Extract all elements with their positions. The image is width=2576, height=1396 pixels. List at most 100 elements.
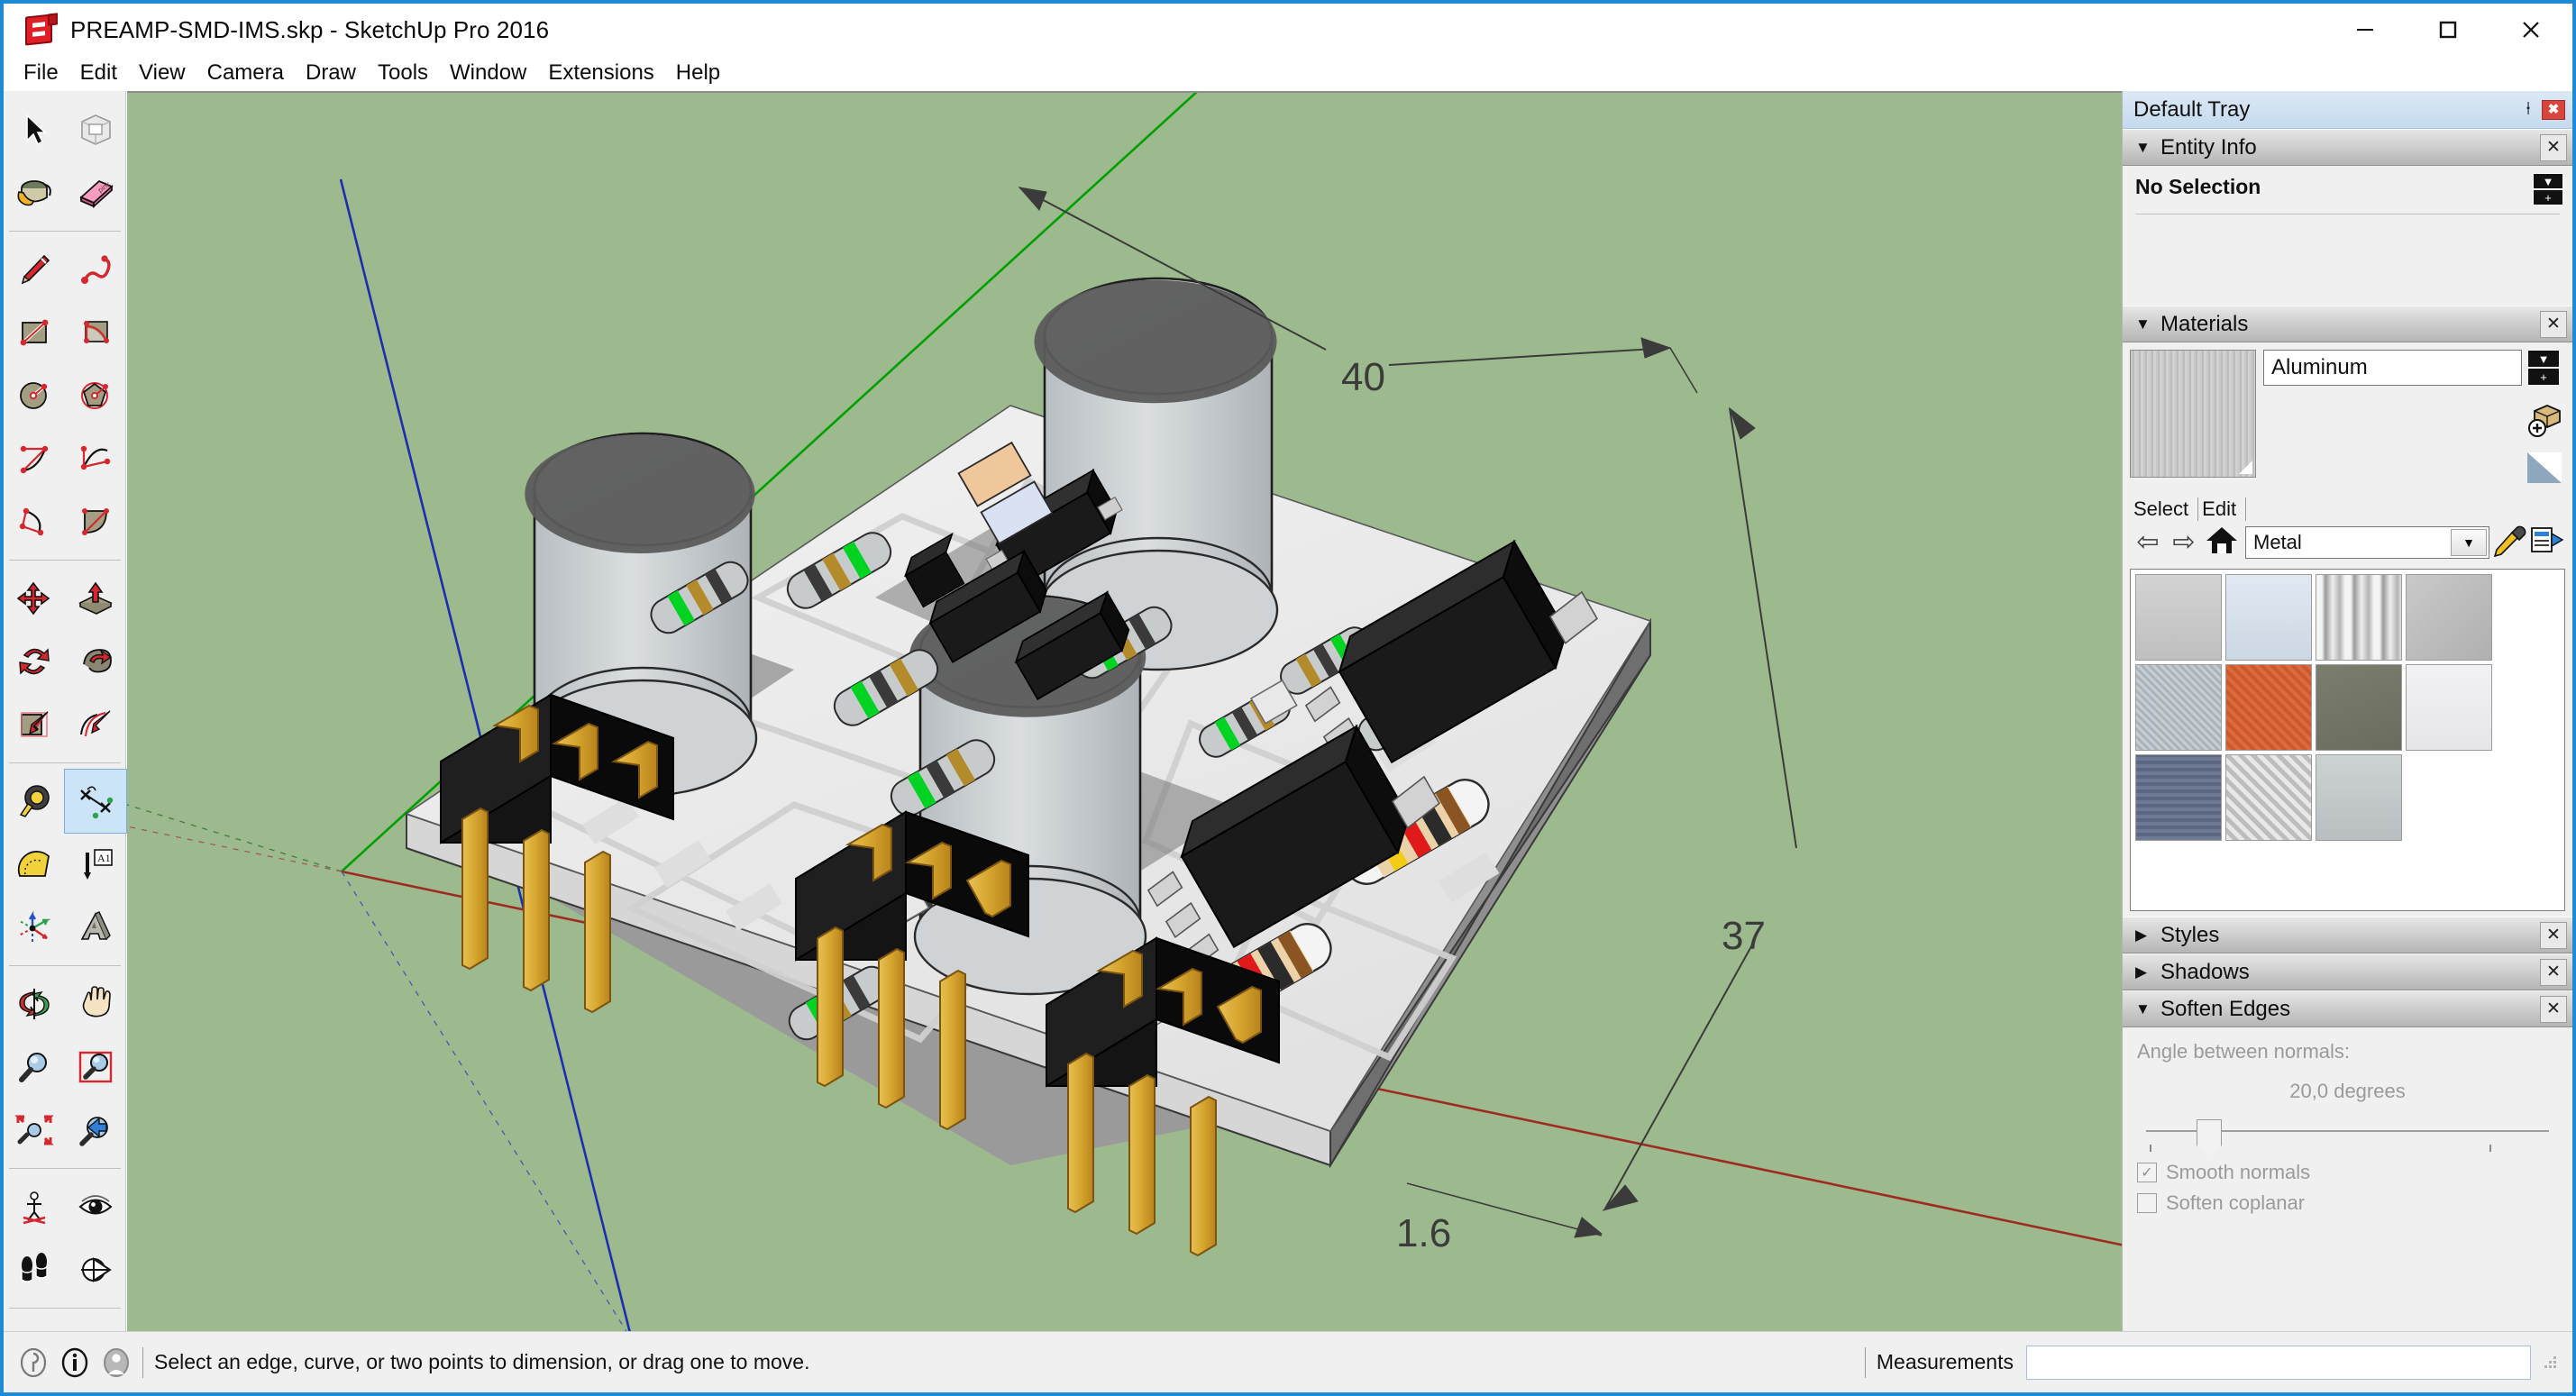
material-swatch[interactable] xyxy=(2406,574,2492,661)
menu-file[interactable]: File xyxy=(13,58,69,90)
line-tool[interactable] xyxy=(4,238,65,301)
smooth-normals-checkbox[interactable]: ✓ Smooth normals xyxy=(2137,1161,2558,1184)
move-tool[interactable] xyxy=(4,567,65,630)
panel-header-styles[interactable]: ▶ Styles ✕ xyxy=(2123,917,2572,953)
material-swatch[interactable] xyxy=(2135,754,2222,841)
expand-plus-icon[interactable]: + xyxy=(2527,368,2560,386)
soften-coplanar-checkbox[interactable]: Soften coplanar xyxy=(2137,1191,2558,1215)
material-swatch[interactable] xyxy=(2225,754,2312,841)
resize-grip-icon[interactable] xyxy=(2542,1354,2560,1372)
panel-header-materials[interactable]: ▼ Materials ✕ xyxy=(2123,306,2572,342)
material-library-select[interactable]: Metal ▼ xyxy=(2245,525,2489,559)
text-tool[interactable]: A1 xyxy=(65,833,126,896)
create-material-icon[interactable] xyxy=(2526,400,2563,438)
entity-info-close-button[interactable]: ✕ xyxy=(2540,134,2567,161)
tab-select[interactable]: Select xyxy=(2130,497,2199,521)
details-list-icon[interactable] xyxy=(2527,523,2565,561)
styles-close-button[interactable]: ✕ xyxy=(2540,922,2567,949)
expand-plus-icon[interactable]: + xyxy=(2533,189,2563,205)
zoom-extents-tool[interactable] xyxy=(4,1099,65,1162)
eyedropper-icon[interactable] xyxy=(2489,523,2527,561)
material-swatch[interactable] xyxy=(2316,664,2402,751)
menu-window[interactable]: Window xyxy=(439,58,537,90)
collapse-arrow-icon[interactable]: ▼ xyxy=(2527,350,2560,368)
slider-thumb[interactable] xyxy=(2197,1119,2222,1156)
zoom-tool[interactable] xyxy=(4,1036,65,1099)
materials-close-button[interactable]: ✕ xyxy=(2540,311,2567,338)
pan-tool[interactable] xyxy=(65,972,126,1036)
three-point-arc-tool[interactable] xyxy=(4,490,65,553)
pin-icon[interactable]: ⍿ xyxy=(2515,99,2542,120)
circle-tool[interactable] xyxy=(4,364,65,427)
material-preview-swatch[interactable] xyxy=(2130,350,2256,478)
orbit-tool[interactable] xyxy=(4,972,65,1036)
material-swatch-grid[interactable] xyxy=(2130,569,2565,911)
menu-camera[interactable]: Camera xyxy=(196,58,295,90)
zoom-window-tool[interactable] xyxy=(65,1036,126,1099)
previous-view-tool[interactable] xyxy=(65,1099,126,1162)
material-swatch[interactable] xyxy=(2225,574,2312,661)
panel-header-entity-info[interactable]: ▼ Entity Info ✕ xyxy=(2123,129,2572,166)
measurements-input[interactable] xyxy=(2026,1345,2531,1380)
scale-tool[interactable] xyxy=(4,693,65,756)
look-around-tool[interactable] xyxy=(65,1175,126,1238)
menu-draw[interactable]: Draw xyxy=(295,58,367,90)
pie-tool[interactable] xyxy=(65,490,126,553)
rotated-rectangle-tool[interactable] xyxy=(65,301,126,364)
3d-text-tool[interactable] xyxy=(65,896,126,959)
credits-info-icon[interactable] xyxy=(57,1345,93,1381)
material-stepper[interactable]: ▼ + xyxy=(2527,350,2560,386)
freehand-tool[interactable] xyxy=(65,238,126,301)
tab-edit[interactable]: Edit xyxy=(2198,497,2247,521)
position-camera-tool[interactable] xyxy=(4,1175,65,1238)
rectangle-tool[interactable] xyxy=(4,301,65,364)
menu-tools[interactable]: Tools xyxy=(367,58,439,90)
walk-tool[interactable] xyxy=(4,1238,65,1301)
material-swatch[interactable] xyxy=(2316,754,2402,841)
menu-help[interactable]: Help xyxy=(665,58,731,90)
material-swatch[interactable] xyxy=(2135,574,2222,661)
rotate-tool[interactable] xyxy=(4,630,65,693)
shadows-close-button[interactable]: ✕ xyxy=(2540,959,2567,986)
material-transparency-icon[interactable] xyxy=(2526,451,2563,485)
model-canvas[interactable]: 40 37 1.6 xyxy=(127,93,2122,1331)
minimize-button[interactable] xyxy=(2324,4,2407,56)
soften-edges-close-button[interactable]: ✕ xyxy=(2540,996,2567,1023)
material-swatch[interactable] xyxy=(2316,574,2402,661)
model-viewport[interactable]: 40 37 1.6 xyxy=(127,91,2122,1331)
home-icon[interactable] xyxy=(2202,524,2242,561)
section-plane-tool[interactable] xyxy=(65,1238,126,1301)
forward-arrow-icon[interactable]: ⇨ xyxy=(2166,526,2202,558)
checkbox-box[interactable]: ✓ xyxy=(2137,1163,2157,1182)
material-swatch[interactable] xyxy=(2135,664,2222,751)
angle-slider[interactable] xyxy=(2146,1118,2549,1156)
eraser-tool[interactable]: pink xyxy=(65,161,126,224)
back-arrow-icon[interactable]: ⇦ xyxy=(2130,526,2166,558)
material-swatch[interactable] xyxy=(2406,664,2492,751)
offset-tool[interactable] xyxy=(65,693,126,756)
menu-edit[interactable]: Edit xyxy=(69,58,128,90)
tape-measure-tool[interactable] xyxy=(4,770,65,833)
material-swatch[interactable] xyxy=(2225,664,2312,751)
dimension-tool[interactable] xyxy=(64,769,127,834)
checkbox-box[interactable] xyxy=(2137,1193,2157,1213)
follow-me-tool[interactable] xyxy=(65,630,126,693)
panel-header-soften-edges[interactable]: ▼ Soften Edges ✕ xyxy=(2123,990,2572,1027)
collapse-arrow-icon[interactable]: ▼ xyxy=(2533,173,2563,189)
material-name-input[interactable] xyxy=(2263,350,2522,386)
location-info-icon[interactable] xyxy=(15,1345,51,1381)
two-point-arc-tool[interactable] xyxy=(65,427,126,490)
arc-tool[interactable] xyxy=(4,427,65,490)
push-pull-tool[interactable] xyxy=(65,567,126,630)
menu-view[interactable]: View xyxy=(128,58,196,90)
tray-close-button[interactable]: ✖ xyxy=(2542,99,2565,120)
select-tool[interactable] xyxy=(4,98,65,161)
chevron-down-icon[interactable]: ▼ xyxy=(2451,528,2487,556)
entity-info-expand-stepper[interactable]: ▼ + xyxy=(2533,173,2563,205)
user-account-icon[interactable] xyxy=(98,1345,134,1381)
protractor-tool[interactable] xyxy=(4,833,65,896)
axes-tool[interactable] xyxy=(4,896,65,959)
maximize-button[interactable] xyxy=(2407,4,2489,56)
menu-extensions[interactable]: Extensions xyxy=(537,58,664,90)
paint-bucket-tool[interactable] xyxy=(4,161,65,224)
